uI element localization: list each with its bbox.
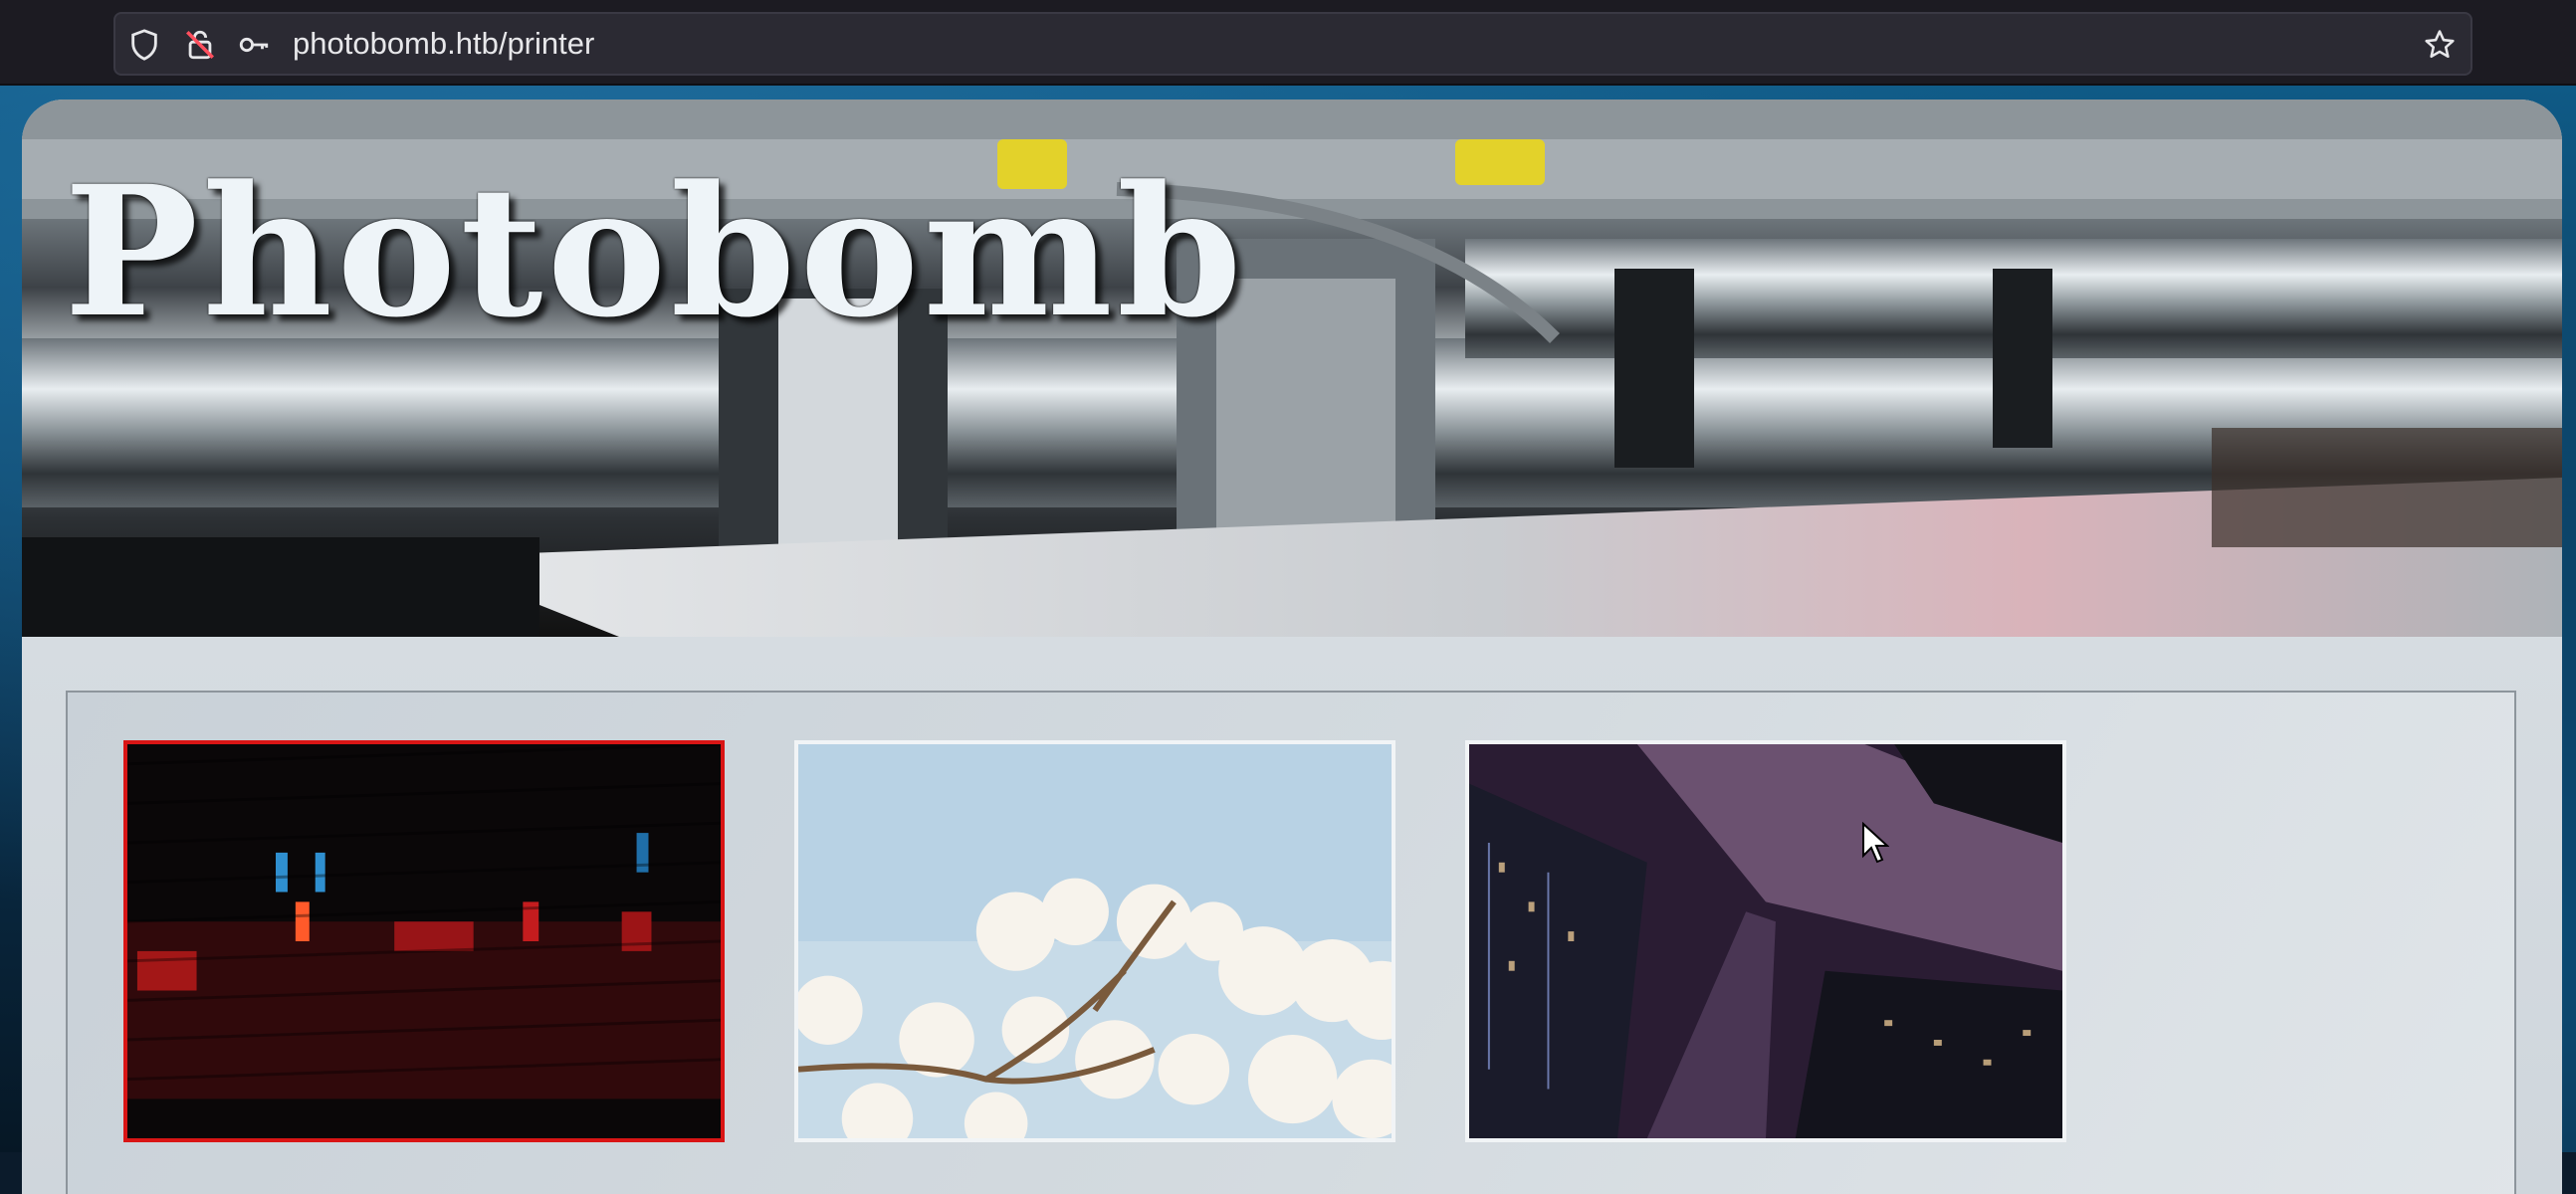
bookmark-star-icon[interactable]	[2423, 28, 2457, 62]
page-viewport: Photobomb	[0, 86, 2576, 1194]
site-container: Photobomb	[22, 100, 2562, 1194]
site-title: Photobomb	[64, 147, 1246, 357]
shield-icon[interactable]	[127, 28, 161, 62]
gallery-image-skyscrapers[interactable]	[1465, 740, 2066, 1142]
url-text[interactable]: photobomb.htb/printer	[293, 26, 594, 62]
hero-banner: Photobomb	[22, 100, 2562, 637]
insecure-lock-icon[interactable]	[183, 28, 217, 62]
gallery-image-magnolia[interactable]	[794, 740, 1395, 1142]
caution-label	[1455, 139, 1545, 185]
mouse-cursor-icon	[1862, 822, 1889, 864]
address-bar[interactable]: photobomb.htb/printer	[113, 12, 2472, 76]
gallery-image-dark-lights[interactable]	[123, 740, 725, 1142]
browser-toolbar: photobomb.htb/printer	[0, 0, 2576, 86]
image-gallery	[66, 691, 2516, 1194]
key-icon[interactable]	[237, 28, 271, 62]
